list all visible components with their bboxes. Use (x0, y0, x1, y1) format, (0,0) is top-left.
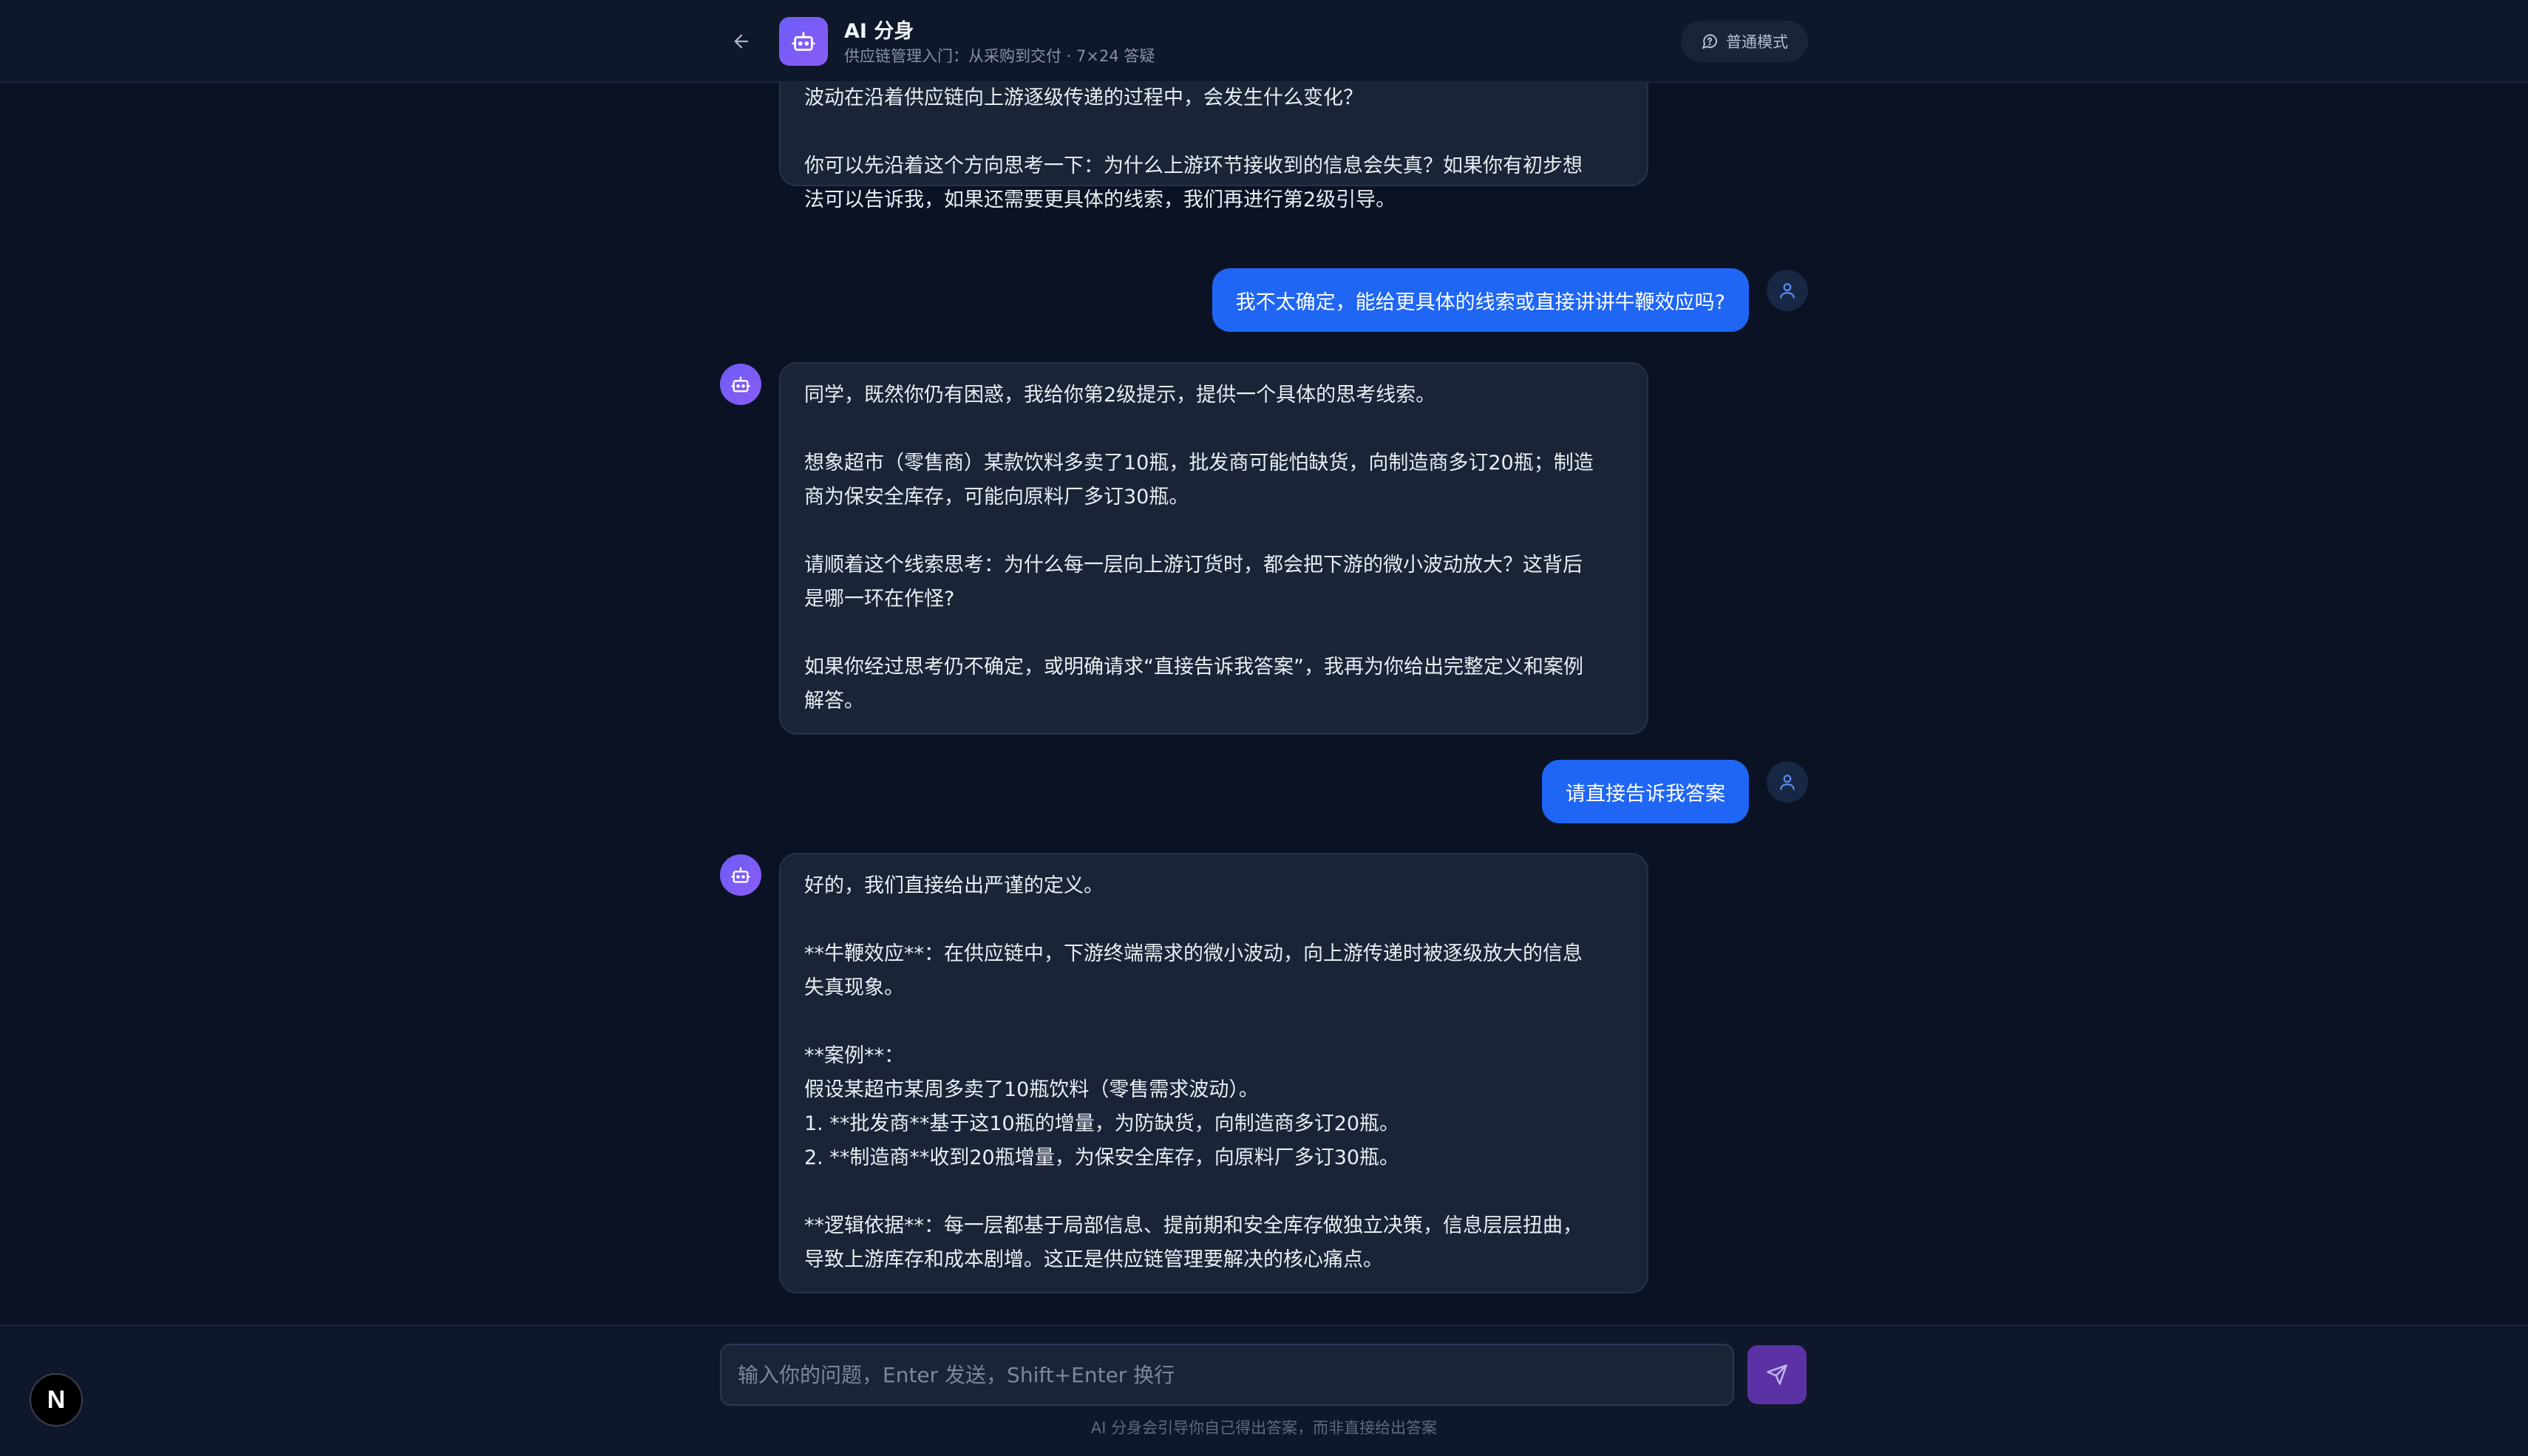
message-input[interactable] (720, 1344, 1734, 1406)
back-button[interactable] (726, 26, 757, 57)
user-icon (1780, 775, 1795, 790)
chat-header: AI 分身 供应链管理入门：从采购到交付 · 7×24 答疑 普通模式 (0, 0, 2528, 83)
assistant-avatar (720, 854, 761, 896)
user-message: 请直接告诉我答案 (1542, 760, 1749, 823)
robot-icon (731, 376, 750, 392)
composer: AI 分身会引导你自己得出答案，而非直接给出答案 (0, 1324, 2528, 1456)
arrow-left-icon (734, 34, 749, 49)
assistant-message: 波动在沿着供应链向上游逐级传递的过程中，会发生什么变化？ 你可以先沿着这个方向思… (779, 83, 1648, 211)
assistant-message: 同学，既然你仍有困惑，我给你第2级提示，提供一个具体的思考线索。 想象超市（零售… (779, 362, 1648, 735)
robot-icon (792, 32, 815, 51)
next-dev-badge[interactable]: N (30, 1373, 83, 1426)
assistant-message: 好的，我们直接给出严谨的定义。 **牛鞭效应**：在供应链中，下游终端需求的微小… (779, 853, 1648, 1293)
mode-label: 普通模式 (1726, 33, 1788, 51)
send-icon (1767, 1364, 1787, 1385)
robot-icon (731, 867, 750, 883)
next-logo-icon: N (47, 1385, 66, 1414)
app-subtitle: 供应链管理入门：从采购到交付 · 7×24 答疑 (844, 47, 1155, 65)
user-avatar (1767, 761, 1808, 803)
composer-hint: AI 分身会引导你自己得出答案，而非直接给出答案 (1090, 1419, 1438, 1437)
user-icon (1780, 283, 1795, 299)
mode-toggle-button[interactable]: 普通模式 (1681, 21, 1808, 62)
user-avatar (1767, 270, 1808, 311)
chat-messages[interactable]: 波动在沿着供应链向上游逐级传递的过程中，会发生什么变化？ 你可以先沿着这个方向思… (0, 83, 2528, 1324)
message-circle-icon (1702, 34, 1718, 49)
send-button[interactable] (1747, 1345, 1807, 1404)
assistant-avatar (720, 364, 761, 405)
app-title: AI 分身 (844, 20, 914, 43)
user-message: 我不太确定，能给更具体的线索或直接讲讲牛鞭效应吗? (1212, 268, 1749, 332)
app-avatar (779, 17, 828, 66)
